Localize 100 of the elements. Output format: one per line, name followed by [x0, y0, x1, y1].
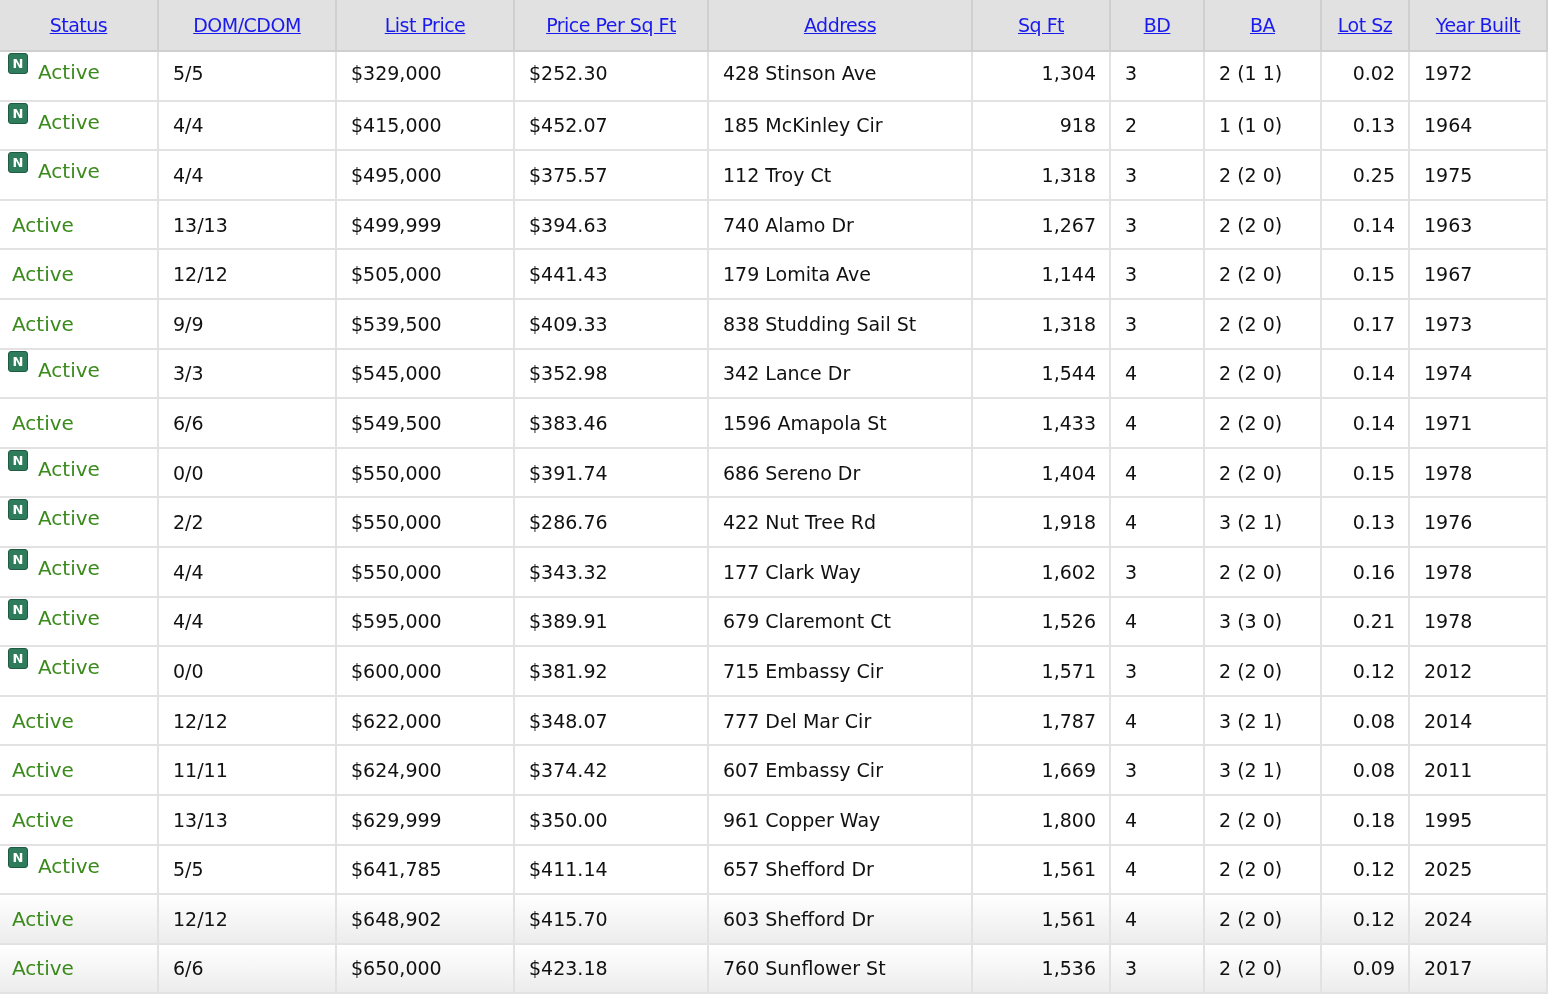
square-feet-cell: 1,267	[973, 200, 1111, 251]
status-text: Active	[12, 956, 74, 981]
bedrooms-cell: 4	[1111, 795, 1205, 846]
square-feet-cell: 1,800	[973, 795, 1111, 846]
bedrooms-cell: 3	[1111, 52, 1205, 102]
bathrooms-cell: 2 (2 0)	[1205, 944, 1322, 995]
sort-link[interactable]: Address	[803, 14, 877, 36]
status-text: Active	[12, 311, 74, 336]
bedrooms-cell: 3	[1111, 200, 1205, 251]
year-built-cell: 1964	[1410, 101, 1548, 152]
sort-link[interactable]: Price Per Sq Ft	[546, 14, 676, 36]
bathrooms-cell: 2 (2 0)	[1205, 795, 1322, 846]
status-text: Active	[12, 807, 74, 832]
address-cell: 760 Sunflower St	[709, 944, 973, 995]
status-text: Active	[38, 655, 100, 680]
lot-size-cell: 0.25	[1322, 151, 1410, 201]
status-text: Active	[38, 60, 100, 84]
price-per-sqft-cell: $411.14	[515, 845, 709, 896]
days-on-market-cell: 4/4	[159, 547, 337, 598]
bedrooms-cell: 3	[1111, 250, 1205, 300]
price-per-sqft-cell: $391.74	[515, 448, 709, 499]
list-price-cell: $495,000	[337, 151, 515, 201]
price-per-sqft-cell: $415.70	[515, 895, 709, 945]
square-feet-cell: 1,526	[973, 597, 1111, 648]
sort-link[interactable]: Status	[49, 14, 108, 36]
address-cell: 715 Embassy Cir	[709, 647, 973, 697]
square-feet-cell: 1,669	[973, 746, 1111, 796]
year-built-cell: 2017	[1410, 944, 1548, 995]
list-price-cell: $545,000	[337, 349, 515, 400]
list-price-cell: $595,000	[337, 597, 515, 648]
list-price-cell: $624,900	[337, 746, 515, 796]
bedrooms-cell: 2	[1111, 101, 1205, 152]
year-built-cell: 2025	[1410, 845, 1548, 896]
sort-link[interactable]: BA	[1249, 14, 1275, 36]
year-built-cell: 2014	[1410, 696, 1548, 747]
status-text: Active	[38, 555, 100, 580]
status-text: Active	[38, 605, 100, 630]
status-text: Active	[38, 506, 100, 531]
days-on-market-cell: 2/2	[159, 498, 337, 548]
square-feet-cell: 1,144	[973, 250, 1111, 300]
bathrooms-cell: 2 (2 0)	[1205, 250, 1322, 300]
status-text: Active	[12, 758, 74, 783]
bathrooms-cell: 2 (2 0)	[1205, 200, 1322, 251]
list-price-cell: $622,000	[337, 696, 515, 747]
status-text: Active	[38, 109, 100, 134]
lot-size-cell: 0.14	[1322, 200, 1410, 251]
list-price-cell: $499,999	[337, 200, 515, 251]
lot-size-cell: 0.12	[1322, 647, 1410, 697]
square-feet-cell: 1,318	[973, 299, 1111, 350]
square-feet-cell: 1,602	[973, 547, 1111, 598]
price-per-sqft-cell: $352.98	[515, 349, 709, 400]
year-built-cell: 1972	[1410, 52, 1548, 102]
bedrooms-cell: 4	[1111, 498, 1205, 548]
price-per-sqft-cell: $343.32	[515, 547, 709, 598]
lot-size-cell: 0.16	[1322, 547, 1410, 598]
address-cell: 679 Claremont Ct	[709, 597, 973, 648]
lot-size-cell: 0.12	[1322, 845, 1410, 896]
days-on-market-cell: 13/13	[159, 795, 337, 846]
new-listing-badge: N	[8, 350, 28, 372]
sort-link[interactable]: Lot Sz	[1337, 14, 1393, 36]
status-text: Active	[38, 853, 100, 878]
price-per-sqft-cell: $375.57	[515, 151, 709, 201]
sort-link[interactable]: BD	[1143, 14, 1171, 36]
bathrooms-cell: 2 (1 1)	[1205, 52, 1322, 102]
address-cell: 177 Clark Way	[709, 547, 973, 598]
days-on-market-cell: 4/4	[159, 151, 337, 201]
square-feet-cell: 1,561	[973, 895, 1111, 945]
new-listing-badge: N	[8, 499, 28, 521]
price-per-sqft-cell: $394.63	[515, 200, 709, 251]
square-feet-cell: 1,561	[973, 845, 1111, 896]
address-cell: 777 Del Mar Cir	[709, 696, 973, 747]
days-on-market-cell: 12/12	[159, 895, 337, 945]
list-price-cell: $629,999	[337, 795, 515, 846]
address-cell: 112 Troy Ct	[709, 151, 973, 201]
new-listing-badge: N	[8, 449, 28, 471]
address-cell: 838 Studding Sail St	[709, 299, 973, 350]
lot-size-cell: 0.15	[1322, 250, 1410, 300]
bedrooms-cell: 4	[1111, 399, 1205, 449]
bathrooms-cell: 3 (2 1)	[1205, 696, 1322, 747]
year-built-cell: 1978	[1410, 448, 1548, 499]
address-cell: 185 McKinley Cir	[709, 101, 973, 152]
bedrooms-cell: 4	[1111, 895, 1205, 945]
price-per-sqft-cell: $286.76	[515, 498, 709, 548]
bedrooms-cell: 3	[1111, 299, 1205, 350]
bathrooms-cell: 2 (2 0)	[1205, 399, 1322, 449]
address-cell: 740 Alamo Dr	[709, 200, 973, 251]
days-on-market-cell: 5/5	[159, 52, 337, 102]
sort-link[interactable]: DOM/CDOM	[193, 14, 301, 36]
year-built-cell: 1967	[1410, 250, 1548, 300]
bathrooms-cell: 2 (2 0)	[1205, 895, 1322, 945]
price-per-sqft-cell: $381.92	[515, 647, 709, 697]
status-text: Active	[38, 357, 100, 382]
status-text: Active	[12, 708, 74, 733]
sort-link[interactable]: Sq Ft	[1017, 14, 1064, 36]
sort-link[interactable]: Year Built	[1435, 14, 1521, 36]
bathrooms-cell: 1 (1 0)	[1205, 101, 1322, 152]
sort-link[interactable]: List Price	[384, 14, 466, 36]
list-price-cell: $600,000	[337, 647, 515, 697]
year-built-cell: 1976	[1410, 498, 1548, 548]
bedrooms-cell: 3	[1111, 547, 1205, 598]
